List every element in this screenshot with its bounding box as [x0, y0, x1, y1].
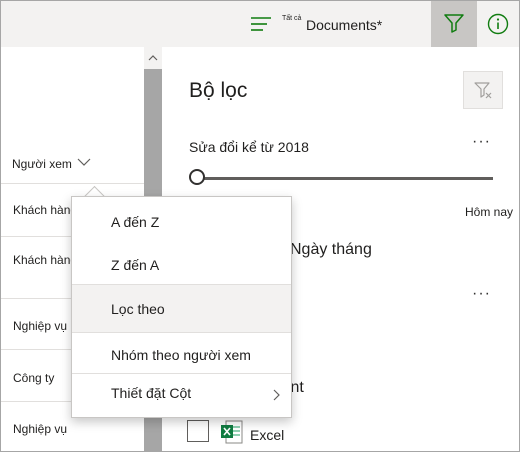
- date-slider-thumb[interactable]: [189, 169, 205, 185]
- date-slider-track[interactable]: [198, 177, 493, 180]
- filter-icon: [444, 14, 464, 33]
- modified-filter-label: Sửa đổi kể từ 2018: [189, 139, 309, 155]
- slider-end-label: Hôm nay: [465, 205, 514, 219]
- menu-item-column-settings[interactable]: Thiết đặt Cột: [72, 374, 291, 416]
- list-row-cell[interactable]: Nghiệp vụ: [13, 319, 67, 333]
- column-header-viewer[interactable]: Người xem: [12, 157, 72, 171]
- scroll-up-button[interactable]: [144, 47, 162, 69]
- menu-item-sort-a-z[interactable]: A đến Z: [72, 197, 291, 243]
- menu-item-group-by[interactable]: Nhóm theo người xem: [72, 333, 291, 373]
- view-list-icon[interactable]: [251, 17, 271, 31]
- list-row-cell[interactable]: Khách hàng: [13, 253, 77, 267]
- column-context-menu: A đến Z Z đến A Lọc theo Nhóm theo người…: [71, 196, 292, 418]
- menu-item-label: Z đến A: [111, 257, 160, 273]
- chevron-up-icon: [148, 55, 158, 61]
- menu-item-filter-by[interactable]: Lọc theo: [72, 285, 291, 332]
- view-title[interactable]: Documents*: [306, 17, 382, 33]
- chevron-right-icon: [273, 389, 280, 401]
- menu-item-sort-z-a[interactable]: Z đến A: [72, 243, 291, 285]
- list-row-cell[interactable]: Nghiệp vụ: [13, 422, 67, 436]
- more-options-icon[interactable]: ···: [472, 285, 491, 303]
- panel-title: Bộ lọc: [189, 79, 248, 102]
- menu-item-label: Nhóm theo người xem: [111, 347, 251, 363]
- clear-filters-button[interactable]: [463, 71, 503, 109]
- excel-checkbox[interactable]: [187, 420, 209, 442]
- view-small-label[interactable]: Tất cả: [282, 15, 301, 22]
- menu-item-label: A đến Z: [111, 214, 160, 230]
- more-options-icon[interactable]: ···: [472, 133, 491, 151]
- row-divider: [1, 183, 144, 184]
- app-frame: Tất cả Documents* Người xem Khách hàng K…: [0, 0, 520, 452]
- filetype-option-excel[interactable]: Excel: [250, 427, 284, 443]
- date-section-label: Ngày tháng: [290, 241, 372, 258]
- menu-item-label: Lọc theo: [111, 301, 165, 317]
- excel-file-icon: [221, 420, 243, 444]
- chevron-down-icon[interactable]: [77, 157, 91, 167]
- info-icon[interactable]: [487, 13, 509, 35]
- filter-pane-button[interactable]: [431, 1, 477, 47]
- command-bar: Tất cả Documents*: [1, 1, 519, 47]
- list-row-cell[interactable]: Công ty: [13, 371, 54, 385]
- clear-filter-icon: [474, 82, 492, 99]
- menu-item-label: Thiết đặt Cột: [111, 385, 192, 401]
- list-row-cell[interactable]: Khách hàng: [13, 203, 77, 217]
